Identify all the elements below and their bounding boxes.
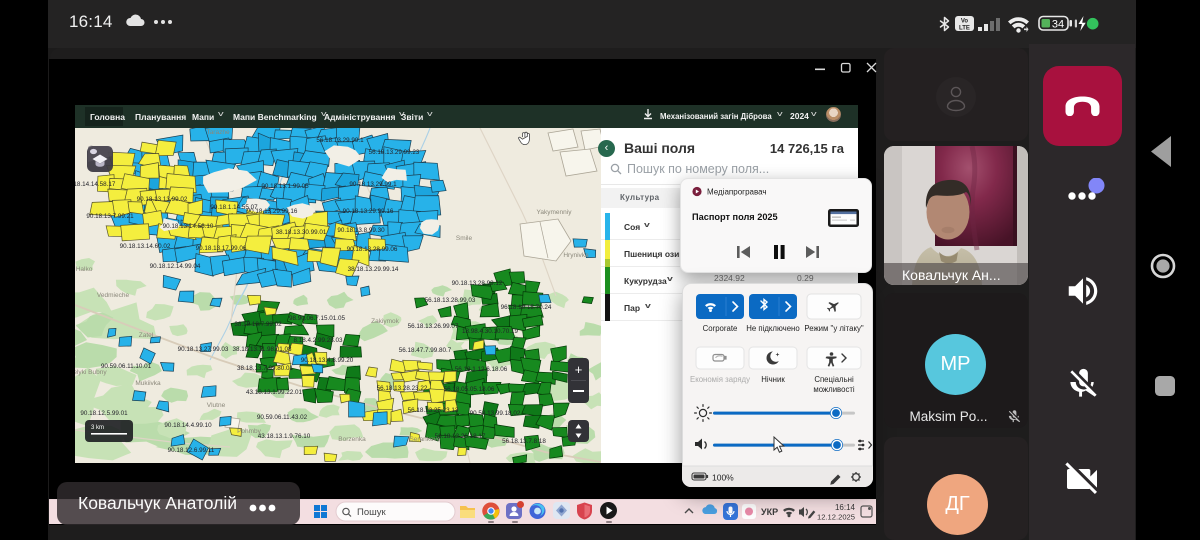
- svg-text:16:14: 16:14: [835, 503, 856, 512]
- svg-text:Спеціальні: Спеціальні: [814, 375, 854, 384]
- svg-text:90.18.13.17.99.06: 90.18.13.17.99.06: [196, 245, 247, 252]
- svg-text:Pohmby: Pohmby: [237, 428, 262, 435]
- svg-text:90.18.13.29.99.16: 90.18.13.29.99.16: [343, 208, 394, 215]
- svg-text:Corporate: Corporate: [703, 324, 738, 333]
- svg-text:Velyki Bubny: Velyki Bubny: [75, 369, 107, 376]
- svg-text:56.18.13.7.8.18: 56.18.13.7.8.18: [502, 438, 546, 445]
- svg-text:90.18.13.29.99.1: 90.18.13.29.99.1: [349, 181, 397, 188]
- svg-text:56.18.1.12.6.18.06: 56.18.1.12.6.18.06: [455, 366, 508, 373]
- svg-text:90.58.13.99.18.02: 90.58.13.99.18.02: [470, 410, 521, 417]
- svg-text:43.18.13.1.9.76.10: 43.18.13.1.9.76.10: [258, 433, 311, 440]
- svg-text:56.18.13.25.23.13: 56.18.13.25.23.13: [408, 407, 459, 414]
- svg-text:90.59.06.11.10.01: 90.59.06.11.10.01: [101, 363, 152, 370]
- svg-text:18.98.4.30.10.70.19: 18.98.4.30.10.70.19: [462, 328, 519, 335]
- svg-text:90.18.12.6.99.11: 90.18.12.6.99.11: [168, 447, 215, 454]
- svg-text:Медіапрогравач: Медіапрогравач: [707, 188, 767, 197]
- svg-text:96.18.18.15.70.24: 96.18.18.15.70.24: [501, 304, 552, 311]
- svg-text:56.18.13.26.99.07: 56.18.13.26.99.07: [408, 323, 459, 330]
- svg-text:38.18.13.7.99.80.01: 38.18.13.7.99.80.01: [237, 365, 294, 372]
- svg-text:Smile: Smile: [456, 235, 473, 242]
- svg-text:90.18.13.14.60.02: 90.18.13.14.60.02: [120, 243, 171, 250]
- svg-text:56.18.13.28.99.03: 56.18.13.28.99.03: [425, 297, 476, 304]
- svg-text:+: +: [575, 362, 583, 377]
- svg-text:Режим "у літаку": Режим "у літаку": [804, 324, 864, 333]
- svg-text:8.18.4.2.99.28.03: 8.18.4.2.99.28.03: [293, 337, 343, 344]
- svg-text:90.18.12.14.99.04: 90.18.12.14.99.04: [150, 263, 201, 270]
- svg-text:Serankove: Serankove: [409, 436, 440, 443]
- svg-text:90.18.13.14.56.10: 90.18.13.14.56.10: [163, 223, 214, 230]
- svg-text:90.18.13.29.99.16: 90.18.13.29.99.16: [247, 208, 298, 215]
- svg-text:56.18.47.7.99.80.7: 56.18.47.7.99.80.7: [399, 347, 452, 354]
- svg-text:Пошук: Пошук: [357, 507, 386, 518]
- svg-text:Zatel: Zatel: [139, 332, 154, 339]
- svg-text:56.18.13.29.99.1: 56.18.13.29.99.1: [316, 137, 364, 144]
- svg-text:Mukiivka: Mukiivka: [135, 380, 161, 387]
- svg-text:43.18.13.1.99.22.01: 43.18.13.1.99.22.01: [246, 389, 303, 396]
- svg-text:90.18.13.4.8.99.20: 90.18.13.4.8.99.20: [301, 357, 354, 364]
- svg-text:можливості: можливості: [813, 385, 855, 394]
- svg-text:38.18.13.30.99.01: 38.18.13.30.99.01: [276, 229, 327, 236]
- svg-text:34: 34: [1052, 19, 1064, 31]
- svg-text:90.18.13.1.99.05: 90.18.13.1.99.05: [261, 183, 309, 190]
- svg-text:90.18.14.14.58.17: 90.18.14.14.58.17: [75, 181, 116, 188]
- svg-text:Yakymenniy: Yakymenniy: [537, 209, 573, 216]
- svg-text:56.18.05.05.18.06: 56.18.05.05.18.06: [444, 386, 495, 393]
- svg-text:Нічник: Нічник: [761, 375, 785, 384]
- svg-text:98.90.06.7.15.01.05: 98.90.06.7.15.01.05: [289, 315, 346, 322]
- svg-text:90.18.13.8.99.30: 90.18.13.8.99.30: [337, 227, 385, 234]
- svg-text:90.18.13.28.99.12: 90.18.13.28.99.12: [452, 280, 503, 287]
- svg-text:Паспорт поля 2025: Паспорт поля 2025: [692, 212, 778, 222]
- svg-text:Ковальчук Ан...: Ковальчук Ан...: [902, 267, 1001, 283]
- svg-text:3 km: 3 km: [91, 425, 104, 431]
- svg-text:38.18.13.11.98.01.08: 38.18.13.11.98.01.08: [232, 346, 292, 353]
- svg-text:56.18.13.28.23.22: 56.18.13.28.23.22: [377, 385, 428, 392]
- svg-text:УКР: УКР: [761, 507, 778, 517]
- svg-text:56.18.13.26.18.17: 56.18.13.26.18.17: [435, 433, 486, 440]
- svg-text:Економія заряду: Економія заряду: [690, 375, 750, 384]
- svg-text:Halko: Halko: [76, 266, 93, 273]
- svg-text:90.18.13.7.99.21: 90.18.13.7.99.21: [86, 213, 134, 220]
- svg-text:Vedmieche: Vedmieche: [97, 292, 130, 299]
- svg-text:38.18.18.7.99.02: 38.18.18.7.99.02: [234, 321, 282, 328]
- svg-text:90.18.14.4.99.10: 90.18.14.4.99.10: [164, 422, 212, 429]
- svg-text:90.18.13.27.99.03: 90.18.13.27.99.03: [178, 346, 229, 353]
- svg-text:Zakiymok: Zakiymok: [371, 318, 400, 325]
- svg-text:LTE: LTE: [959, 26, 970, 32]
- svg-text:12.12.2025: 12.12.2025: [817, 513, 855, 522]
- svg-text:Hrynivka: Hrynivka: [563, 252, 589, 259]
- svg-text:Vo: Vo: [961, 19, 969, 25]
- svg-text:Vlutne: Vlutne: [207, 402, 226, 409]
- svg-text:90.18.13.13.99.02: 90.18.13.13.99.02: [137, 196, 188, 203]
- svg-text:90.59.06.11.43.02: 90.59.06.11.43.02: [257, 414, 308, 421]
- svg-text:Не підключено: Не підключено: [746, 324, 800, 333]
- svg-text:90.18.12.5.99.01: 90.18.12.5.99.01: [80, 410, 128, 417]
- svg-text:100%: 100%: [712, 473, 734, 483]
- svg-text:90.18.13.28.99.06: 90.18.13.28.99.06: [347, 246, 398, 253]
- svg-text:56.18.13.29.99.23: 56.18.13.29.99.23: [369, 149, 420, 156]
- svg-text:Tarazhe: Tarazhe: [206, 129, 230, 136]
- svg-text:38.18.13.29.99.14: 38.18.13.29.99.14: [348, 266, 399, 273]
- svg-text:Borzenka: Borzenka: [338, 436, 366, 443]
